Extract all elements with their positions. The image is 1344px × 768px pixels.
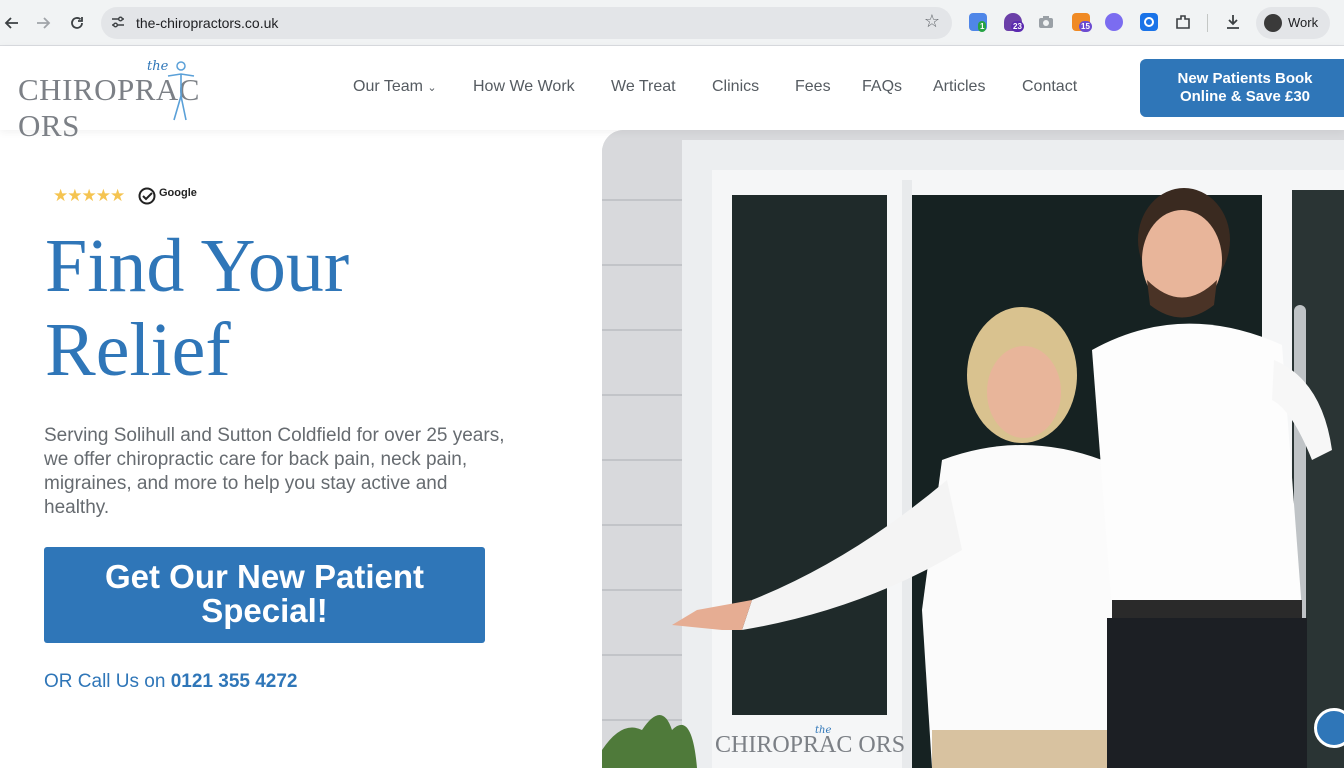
photo-logo-wordmark: CHIROPRAC ORS <box>715 732 905 758</box>
hero-description: Serving Solihull and Sutton Coldfield fo… <box>44 425 505 518</box>
logo-wordmark: CHIROPRAC ORS <box>18 72 200 143</box>
nav-item-faqs[interactable]: FAQs <box>862 78 902 96</box>
call-prefix: OR Call Us on <box>44 671 171 692</box>
camera-extension-icon[interactable] <box>1037 13 1055 31</box>
gear-extension-icon[interactable] <box>1140 13 1158 31</box>
book-online-line1: New Patients Book <box>1177 70 1313 87</box>
extension-badge: 23 <box>1011 21 1024 32</box>
cta-line2: Special! <box>201 592 328 629</box>
hero-text-panel: ★★★★★ Google Find Your Relief Serving So… <box>0 130 602 768</box>
nav-item-clinics[interactable]: Clinics <box>712 78 759 96</box>
forward-icon[interactable] <box>31 11 55 35</box>
nav-item-we-treat[interactable]: We Treat <box>611 78 676 96</box>
book-online-line2: Online & Save £30 <box>1179 88 1311 105</box>
profile-button[interactable]: Work <box>1256 7 1330 39</box>
google-badge: Google <box>138 186 198 206</box>
hero-photo-illustration: CHIROPRAC ORS the <box>602 130 1344 768</box>
translate-extension-icon[interactable]: 1 <box>969 13 987 32</box>
browser-toolbar: the-chiropractors.co.uk ☆ 1 23 15 Work <box>0 0 1344 46</box>
hero-photo: CHIROPRAC ORS the <box>602 130 1344 768</box>
site-header: the CHIROPRAC ORS Our Team ⌄ How We Work… <box>0 46 1344 143</box>
circle-extension-icon[interactable] <box>1105 13 1123 31</box>
extension-badge: 15 <box>1079 21 1092 32</box>
check-circle-icon <box>138 187 156 205</box>
nav-item-our-team[interactable]: Our Team ⌄ <box>353 78 437 96</box>
rating-stars: ★★★★★ <box>53 186 125 206</box>
profile-label: Work <box>1288 15 1319 30</box>
cta-line1: Get Our New Patient <box>104 558 425 595</box>
headline-line2: Relief <box>45 308 231 392</box>
puzzle-orange-extension-icon[interactable]: 15 <box>1072 13 1092 32</box>
url-text: the-chiropractors.co.uk <box>136 15 279 31</box>
nav-item-contact[interactable]: Contact <box>1022 78 1077 96</box>
nav-item-articles[interactable]: Articles <box>933 78 985 96</box>
phone-link[interactable]: 0121 355 4272 <box>171 671 298 692</box>
bookmark-star-icon[interactable]: ☆ <box>924 11 940 32</box>
call-us-line: OR Call Us on 0121 355 4272 <box>44 671 298 693</box>
photo-logo-the: the <box>815 725 831 736</box>
toolbar-divider <box>1207 14 1208 32</box>
google-label: Google <box>159 187 197 199</box>
site-logo[interactable]: the CHIROPRAC ORS <box>18 54 248 143</box>
extension-badge: 1 <box>978 21 987 32</box>
extensions-icon[interactable] <box>1174 13 1192 31</box>
download-icon[interactable] <box>1224 13 1242 31</box>
logo-figure-icon <box>167 61 195 121</box>
back-icon[interactable] <box>0 11 24 35</box>
nav-item-fees[interactable]: Fees <box>795 78 831 96</box>
hero-headline: Find Your Relief <box>45 224 349 392</box>
graduation-cap-extension-icon[interactable]: 23 <box>1004 13 1024 32</box>
address-bar[interactable]: the-chiropractors.co.uk ☆ <box>101 7 952 39</box>
book-online-button[interactable]: New Patients Book Online & Save £30 <box>1140 59 1344 117</box>
new-patient-special-button[interactable]: Get Our New Patient Special! <box>44 547 485 643</box>
avatar <box>1264 14 1282 32</box>
chevron-down-icon: ⌄ <box>427 81 437 94</box>
headline-line1: Find Your <box>45 224 350 308</box>
nav-item-how-we-work[interactable]: How We Work <box>473 78 575 96</box>
reload-icon[interactable] <box>65 11 89 35</box>
site-settings-icon[interactable] <box>110 14 126 30</box>
